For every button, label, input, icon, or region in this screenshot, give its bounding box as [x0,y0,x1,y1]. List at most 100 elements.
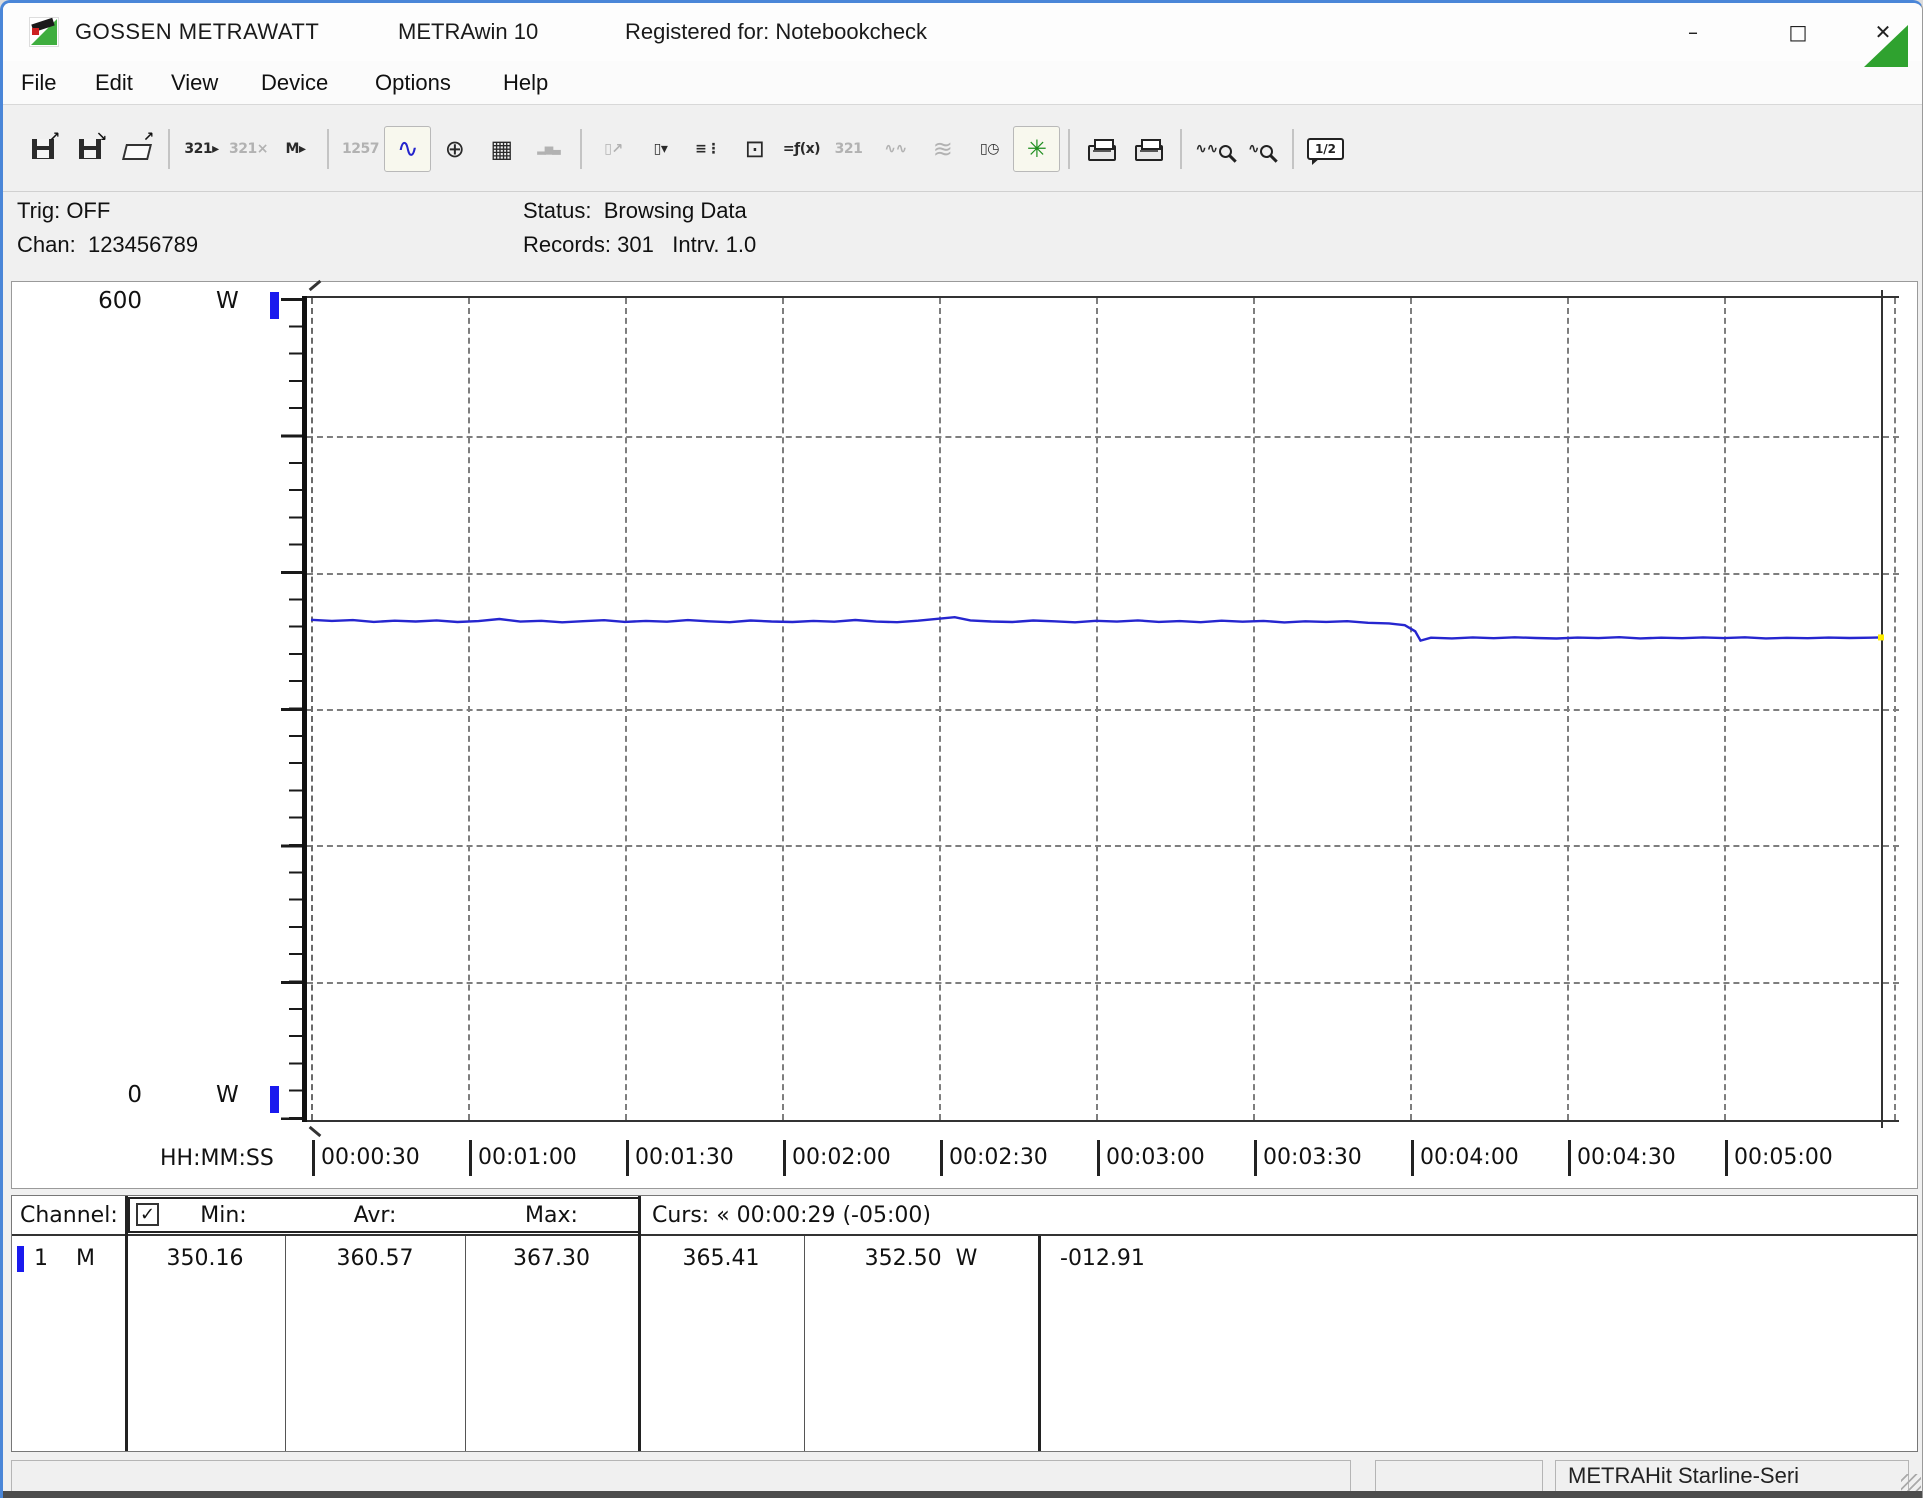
records-value: 301 [617,232,654,257]
menu-item-device[interactable]: Device [261,70,328,96]
status-bar: METRAHit Starline-Seri [3,1457,1922,1495]
interval-value: 1.0 [726,232,757,257]
x-tick-mark [1097,1140,1100,1176]
channel-visible-checkbox[interactable]: ✓ [136,1203,159,1226]
statusbar-panel-secondary [1375,1460,1543,1492]
read-device-m-button[interactable]: M▸ [272,126,319,172]
toolbar-separator [168,129,170,169]
open-file-button[interactable]: ↗ [113,126,160,172]
menu-item-edit[interactable]: Edit [95,70,133,96]
device-memory-read-button: ▯↗ [590,126,637,172]
formula-button[interactable]: =ƒ(x) [778,126,825,172]
x-tick-label: 00:01:30 [626,1140,734,1176]
x-tick-label: 00:00:30 [312,1140,420,1176]
row-channel-mode: M [76,1246,95,1271]
zoom-out-icon: ∿∿ [1195,141,1217,157]
device-clock-button[interactable]: ▯◷ [966,126,1013,172]
numeric-display-button: 1257 [337,126,384,172]
toolbar-separator [327,129,329,169]
channel-setup-button[interactable]: ≡⋮ [684,126,731,172]
data-table-icon: ▦ [490,135,512,163]
chart-panel: 600 W 0 W HH:MM:SS 00:00:3000:01:0000:01… [11,281,1918,1189]
row-delta-value: -012.91 [1060,1246,1145,1271]
device-store-icon: ▯▾ [654,141,668,157]
read-device-m-icon: M▸ [286,141,306,157]
x-tick-label: 00:04:30 [1568,1140,1676,1176]
x-tick-label: 00:04:00 [1411,1140,1519,1176]
records-label: Records: 301 Intrv. 1.0 [523,232,756,258]
title-bar: GOSSEN METRAWATT METRAwin 10 Registered … [3,3,1922,61]
wave-compare-button: ∿∿ [872,126,919,172]
annotation-button[interactable]: 1/2 [1302,126,1349,172]
xy-chart-icon: ⊕ [445,135,465,163]
menu-item-file[interactable]: File [21,70,56,96]
header-min: Min: [162,1203,285,1228]
status-value: Browsing Data [604,198,747,223]
wave-compare-icon: ∿∿ [884,141,906,157]
device-store-button[interactable]: ▯▾ [637,126,684,172]
app-title: METRAwin 10 [398,19,538,45]
header-max: Max: [465,1203,638,1228]
chan-value: 123456789 [88,232,198,257]
trig-value: OFF [66,198,110,223]
zoom-in-icon [1260,145,1273,158]
x-tick-label: 00:03:00 [1097,1140,1205,1176]
zoom-in-button[interactable]: ∿ [1237,126,1284,172]
save-export-button[interactable]: ↗ [19,126,66,172]
monitor-icon: ⊡ [745,135,765,163]
histogram-icon: ▂▅▃ [537,142,559,155]
header-channel: Channel: [20,1203,118,1228]
print-button[interactable] [1125,126,1172,172]
yt-chart-icon: ∿ [397,134,418,164]
zoom-out-button[interactable]: ∿∿ [1190,126,1237,172]
column-divider [638,1196,641,1451]
x-tick-mark [469,1140,472,1176]
toolbar-separator [580,129,582,169]
statusbar-panel-main [11,1460,1351,1492]
trig-label: Trig: OFF [17,198,110,224]
device-name-text: METRAHit Starline-Seri [1568,1463,1799,1489]
x-tick-mark [1411,1140,1414,1176]
plot-area[interactable] [307,296,1899,1122]
toolbar-separator [1068,129,1070,169]
disconnect-device-321-button: 321× [225,126,272,172]
maximize-button[interactable]: □ [1769,11,1827,53]
disconnect-device-321-icon: 321× [229,141,268,157]
yt-chart-button[interactable]: ∿ [384,126,431,172]
status-panel: Trig: OFF Chan: 123456789 Status: Browsi… [3,192,1922,278]
print-preview-button[interactable] [1078,126,1125,172]
arrow-overlay-icon: ↗ [49,130,60,145]
x-tick-mark [312,1140,315,1176]
read-device-321-button[interactable]: 321▸ [178,126,225,172]
device-config-321-button: 321 [825,126,872,172]
header-avr: Avr: [285,1203,465,1228]
monitor-button[interactable]: ⊡ [731,126,778,172]
window-bottom-edge [3,1491,1922,1498]
y-axis-unit-bottom: W [216,1082,239,1108]
power-line-series [307,298,1899,1120]
menu-item-help[interactable]: Help [503,70,548,96]
histogram-button: ▂▅▃ [525,126,572,172]
cursor-handle-top-left[interactable] [309,280,322,291]
debug-bug-icon: ✳ [1027,135,1047,163]
print-preview-icon [1088,145,1116,161]
x-tick-mark [626,1140,629,1176]
cursor-handle-bottom-left[interactable] [309,1126,322,1137]
zoom-in-icon: ∿ [1248,141,1259,157]
menu-item-options[interactable]: Options [375,70,451,96]
menu-item-view[interactable]: View [171,70,218,96]
channel-setup-icon: ≡⋮ [695,141,720,157]
debug-bug-button[interactable]: ✳ [1013,126,1060,172]
save-import-button[interactable]: ↘ [66,126,113,172]
x-tick-label: 00:05:00 [1725,1140,1833,1176]
channel-color-marker-top[interactable] [270,292,279,319]
row-cursor2-unit: W [956,1246,978,1271]
xy-chart-button[interactable]: ⊕ [431,126,478,172]
minimize-button[interactable]: – [1664,11,1722,53]
x-axis-row: HH:MM:SS 00:00:3000:01:0000:01:3000:02:0… [12,1140,1917,1184]
channel-color-marker-bottom[interactable] [270,1086,279,1113]
formula-icon: =ƒ(x) [783,141,820,157]
row-channel-number[interactable]: 1 [34,1246,48,1271]
data-table-button[interactable]: ▦ [478,126,525,172]
x-axis-title: HH:MM:SS [160,1146,274,1171]
